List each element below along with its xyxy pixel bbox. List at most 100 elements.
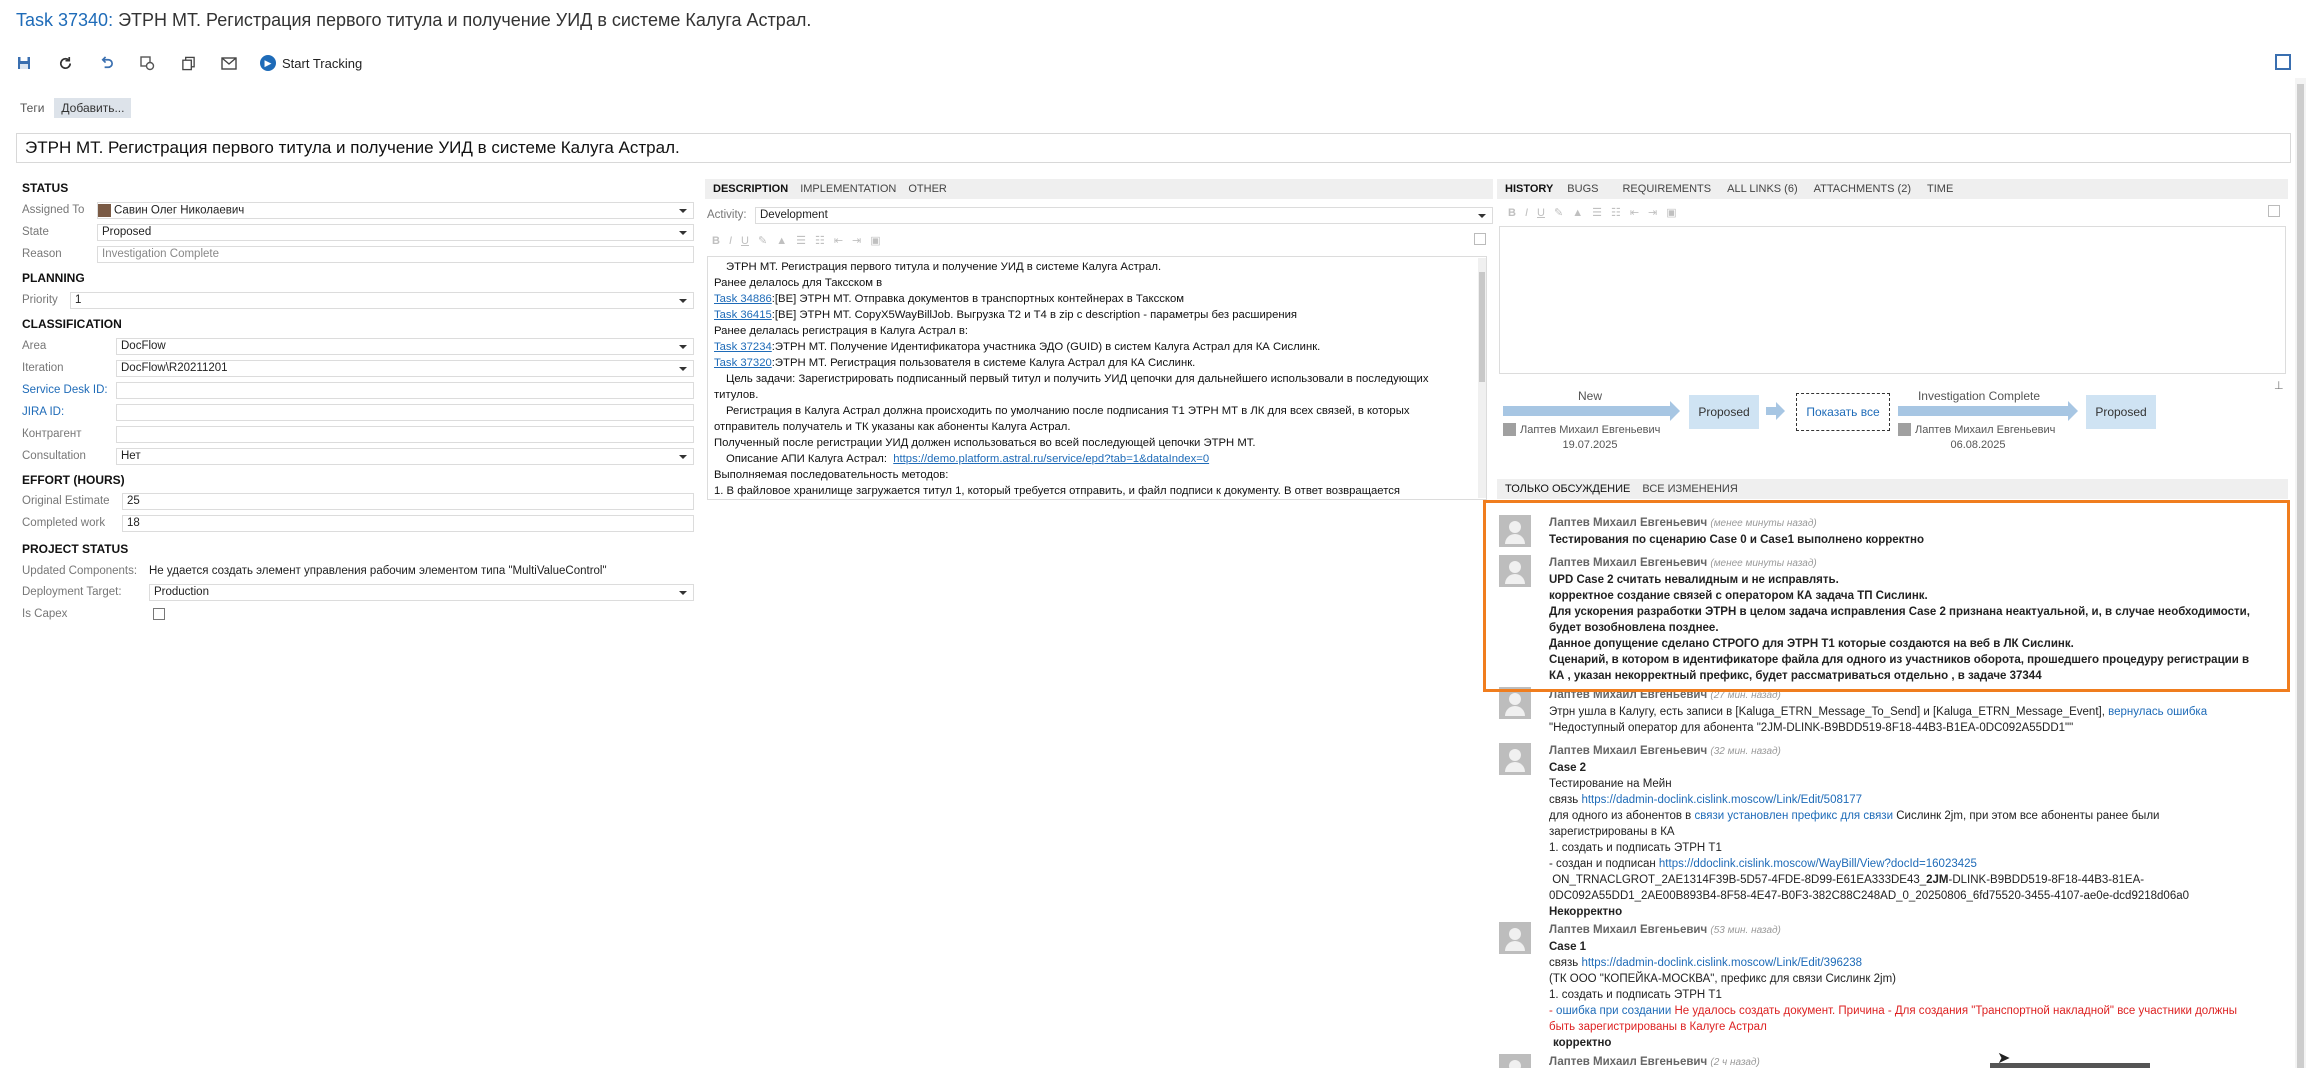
work-item-title-input[interactable]: ЭТРН МТ. Регистрация первого титула и по… (16, 133, 2291, 163)
bold-icon[interactable]: B (712, 235, 720, 247)
consultation-select[interactable]: Нет (116, 447, 694, 465)
is-capex-checkbox[interactable] (153, 608, 165, 620)
original-estimate-input[interactable]: 25 (122, 492, 694, 510)
desc-task-link[interactable]: Task 37234 (714, 341, 772, 353)
tab-all-changes[interactable]: ВСЕ ИЗМЕНЕНИЯ (1642, 483, 1737, 495)
original-estimate-row: Original Estimate 25 (22, 492, 694, 510)
bullets-icon[interactable]: ☰ (1592, 206, 1602, 219)
description-tabs: DESCRIPTION IMPLEMENTATION OTHER (705, 179, 1493, 199)
undo-icon[interactable] (96, 53, 116, 73)
font-icon[interactable]: ✎ (758, 234, 767, 247)
iteration-select[interactable]: DocFlow\R20211201 (116, 359, 694, 377)
jira-label[interactable]: JIRA ID: (22, 406, 116, 418)
description-format-toolbar: B I U ✎ ▲ ☰ ☷ ⇤ ⇥ ▣ (712, 234, 881, 248)
state-box-proposed[interactable]: Proposed (1689, 395, 1759, 429)
highlight-icon[interactable]: ▲ (776, 235, 787, 247)
tab-time[interactable]: TIME (1927, 183, 1953, 195)
state-select[interactable]: Proposed (97, 223, 694, 241)
deployment-target-select[interactable]: Production (149, 583, 694, 601)
tab-requirements[interactable]: REQUIREMENTS (1622, 183, 1711, 195)
tab-attachments[interactable]: ATTACHMENTS (2) (1814, 183, 1911, 195)
description-scroll-thumb[interactable] (1479, 272, 1485, 382)
description-scrollbar[interactable] (1478, 258, 1486, 498)
counterparty-label: Контрагент (22, 428, 82, 440)
completed-work-input[interactable]: 18 (122, 514, 694, 532)
reason-label: Reason (22, 248, 62, 260)
service-desk-input[interactable] (116, 381, 694, 399)
highlight-icon[interactable]: ▲ (1572, 207, 1583, 219)
state-box-proposed[interactable]: Proposed (2086, 395, 2156, 429)
astral-api-link[interactable]: https://demo.platform.astral.ru/service/… (893, 453, 1209, 465)
desc-task-link[interactable]: Task 36415 (714, 309, 772, 321)
history-expand-icon[interactable] (2268, 205, 2280, 217)
creation-error-link[interactable]: ошибка при создании (1556, 1005, 1671, 1017)
assigned-to-select[interactable]: Савин Олег Николаевич (97, 201, 694, 219)
font-icon[interactable]: ✎ (1554, 206, 1563, 219)
tab-other[interactable]: OTHER (908, 183, 947, 195)
save-icon[interactable] (14, 53, 34, 73)
start-tracking-button[interactable]: ▶ Start Tracking (260, 55, 362, 71)
comment-header: Лаптев Михаил Евгеньевич (2 ч назад) (1549, 1056, 1760, 1068)
indent-icon[interactable]: ⇥ (852, 234, 861, 247)
page-scroll-thumb[interactable] (2297, 84, 2304, 1068)
link-url[interactable]: https://dadmin-doclink.cislink.moscow/Li… (1581, 794, 1862, 806)
history-comment-editor[interactable] (1499, 226, 2286, 374)
add-tag-button[interactable]: Добавить... (54, 98, 132, 118)
comment-item: Лаптев Михаил Евгеньевич (27 мин. назад)… (1499, 687, 2280, 736)
tab-description[interactable]: DESCRIPTION (713, 183, 788, 195)
activity-row: Activity: Development (707, 206, 1493, 224)
description-expand-icon[interactable] (1474, 233, 1486, 245)
indent-icon[interactable]: ⇥ (1648, 206, 1657, 219)
link-work-item-icon[interactable] (137, 53, 157, 73)
tags-row: Теги Добавить... (20, 98, 132, 118)
copy-icon[interactable] (178, 53, 198, 73)
desc-line: Task 37320:ЭТРН МТ. Регистрация пользова… (714, 357, 1196, 369)
activity-select[interactable]: Development (755, 206, 1493, 224)
arrow-head-icon (1776, 402, 1785, 420)
tab-all-links[interactable]: ALL LINKS (6) (1727, 183, 1798, 195)
page-scrollbar[interactable] (2295, 78, 2306, 1068)
comment-item: Лаптев Михаил Евгеньевич (2 ч назад) (1499, 1054, 2280, 1068)
desc-line: титулов. (714, 389, 759, 401)
task-title-text: ЭТРН МТ. Регистрация первого титула и по… (118, 10, 812, 30)
jira-input[interactable] (116, 403, 694, 421)
user-avatar (98, 203, 111, 217)
image-icon[interactable]: ▣ (1666, 206, 1676, 219)
counterparty-input[interactable] (116, 425, 694, 443)
history-tabs: HISTORY BUGS REQUIREMENTS ALL LINKS (6) … (1497, 179, 2288, 199)
tab-discussion-only[interactable]: ТОЛЬКО ОБСУЖДЕНИЕ (1505, 483, 1630, 495)
task-id-link[interactable]: Task 37340: (16, 10, 113, 30)
desc-task-link[interactable]: Task 34886 (714, 293, 772, 305)
numbering-icon[interactable]: ☷ (815, 234, 825, 247)
waybill-link[interactable]: https://ddoclink.cislink.moscow/WayBill/… (1659, 858, 1977, 870)
show-all-button[interactable]: Показать все (1796, 393, 1890, 431)
underline-icon[interactable]: U (1537, 207, 1545, 219)
state-row: State Proposed (22, 223, 694, 241)
bullets-icon[interactable]: ☰ (796, 234, 806, 247)
tab-implementation[interactable]: IMPLEMENTATION (800, 183, 896, 195)
iteration-label: Iteration (22, 362, 64, 374)
outdent-icon[interactable]: ⇤ (1630, 206, 1639, 219)
description-editor[interactable]: ЭТРН МТ. Регистрация первого титула и по… (707, 256, 1487, 500)
tab-bugs[interactable]: BUGS (1567, 183, 1598, 195)
priority-select[interactable]: 1 (70, 291, 694, 309)
tab-history[interactable]: HISTORY (1505, 183, 1553, 195)
numbering-icon[interactable]: ☷ (1611, 206, 1621, 219)
image-icon[interactable]: ▣ (870, 234, 880, 247)
area-select[interactable]: DocFlow (116, 337, 694, 355)
underline-icon[interactable]: U (741, 235, 749, 247)
maximize-icon[interactable] (2275, 54, 2291, 70)
area-row: Area DocFlow (22, 337, 694, 355)
bold-icon[interactable]: B (1508, 207, 1516, 219)
error-link[interactable]: вернулась ошибка (2108, 706, 2207, 718)
refresh-icon[interactable] (55, 53, 75, 73)
start-tracking-label: Start Tracking (282, 55, 363, 71)
service-desk-label[interactable]: Service Desk ID: (22, 384, 116, 396)
prefix-link[interactable]: связи установлен префикс для связи (1695, 810, 1894, 822)
italic-icon[interactable]: I (729, 235, 732, 247)
email-icon[interactable] (219, 53, 239, 73)
outdent-icon[interactable]: ⇤ (834, 234, 843, 247)
desc-task-link[interactable]: Task 37320 (714, 357, 772, 369)
link-url[interactable]: https://dadmin-doclink.cislink.moscow/Li… (1581, 957, 1862, 969)
italic-icon[interactable]: I (1525, 207, 1528, 219)
